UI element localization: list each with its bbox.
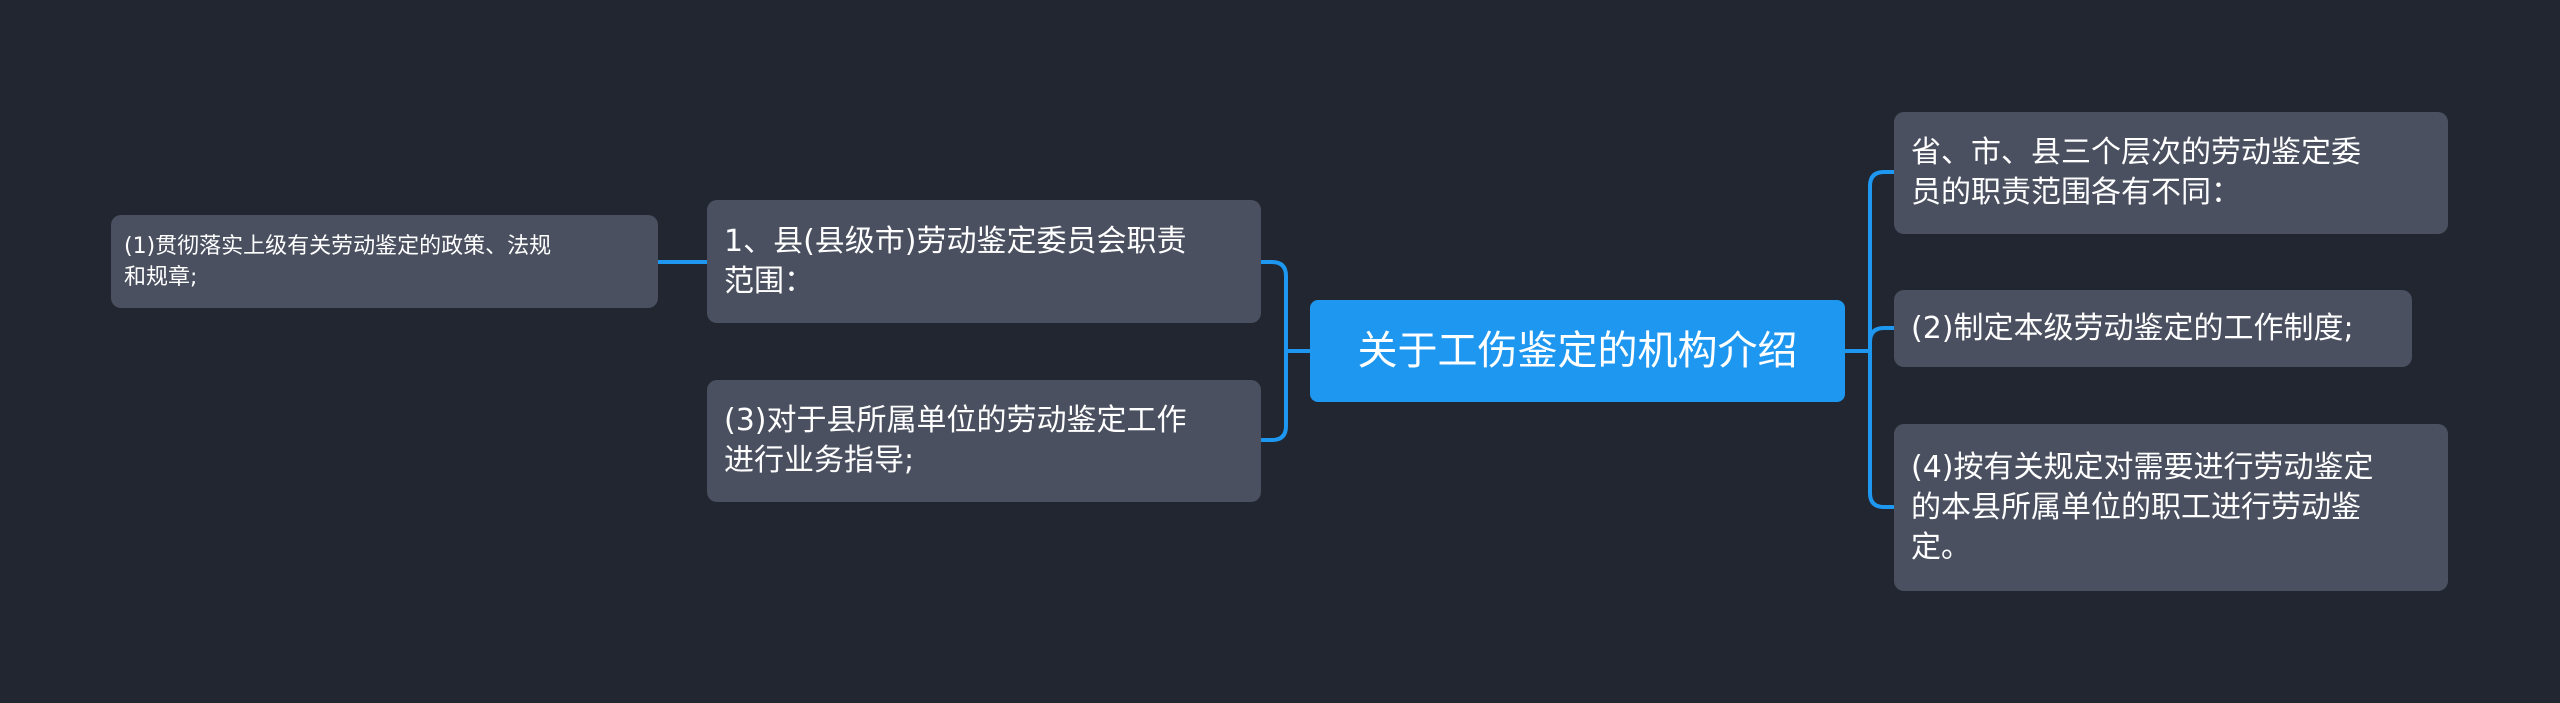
left-branch-node-2[interactable]: (3)对于县所属单位的劳动鉴定工作 进行业务指导;	[707, 380, 1261, 502]
right-branch-node-3[interactable]: (4)按有关规定对需要进行劳动鉴定 的本县所属单位的职工进行劳动鉴 定。	[1894, 424, 2448, 591]
left-branch-node-1[interactable]: 1、县(县级市)劳动鉴定委员会职责 范围：	[707, 200, 1261, 323]
right-branch-node-1-label: 省、市、县三个层次的劳动鉴定委 员的职责范围各有不同：	[1911, 135, 2361, 210]
connector-right-branch-3	[1868, 349, 1896, 509]
connector-right-branch-2	[1868, 326, 1896, 353]
connector-left-branch-1	[1259, 260, 1288, 353]
left-branch-node-1-label: 1、县(县级市)劳动鉴定委员会职责 范围：	[724, 223, 1187, 299]
right-branch-node-2[interactable]: (2)制定本级劳动鉴定的工作制度;	[1894, 290, 2412, 367]
connector-right-branch-1	[1868, 170, 1896, 353]
left-grandchild-node-1[interactable]: (1)贯彻落实上级有关劳动鉴定的政策、法规 和规章;	[111, 215, 658, 308]
connector-left-branch-2	[1259, 349, 1288, 442]
root-node[interactable]: 关于工伤鉴定的机构介绍	[1310, 300, 1845, 402]
left-branch-node-2-label: (3)对于县所属单位的劳动鉴定工作 进行业务指导;	[724, 403, 1187, 478]
right-branch-node-1[interactable]: 省、市、县三个层次的劳动鉴定委 员的职责范围各有不同：	[1894, 112, 2448, 234]
right-branch-node-2-label: (2)制定本级劳动鉴定的工作制度;	[1911, 310, 2354, 346]
right-branch-node-3-label: (4)按有关规定对需要进行劳动鉴定 的本县所属单位的职工进行劳动鉴 定。	[1911, 449, 2374, 565]
left-grandchild-node-1-label: (1)贯彻落实上级有关劳动鉴定的政策、法规 和规章;	[124, 233, 552, 290]
root-node-label: 关于工伤鉴定的机构介绍	[1357, 328, 1798, 374]
